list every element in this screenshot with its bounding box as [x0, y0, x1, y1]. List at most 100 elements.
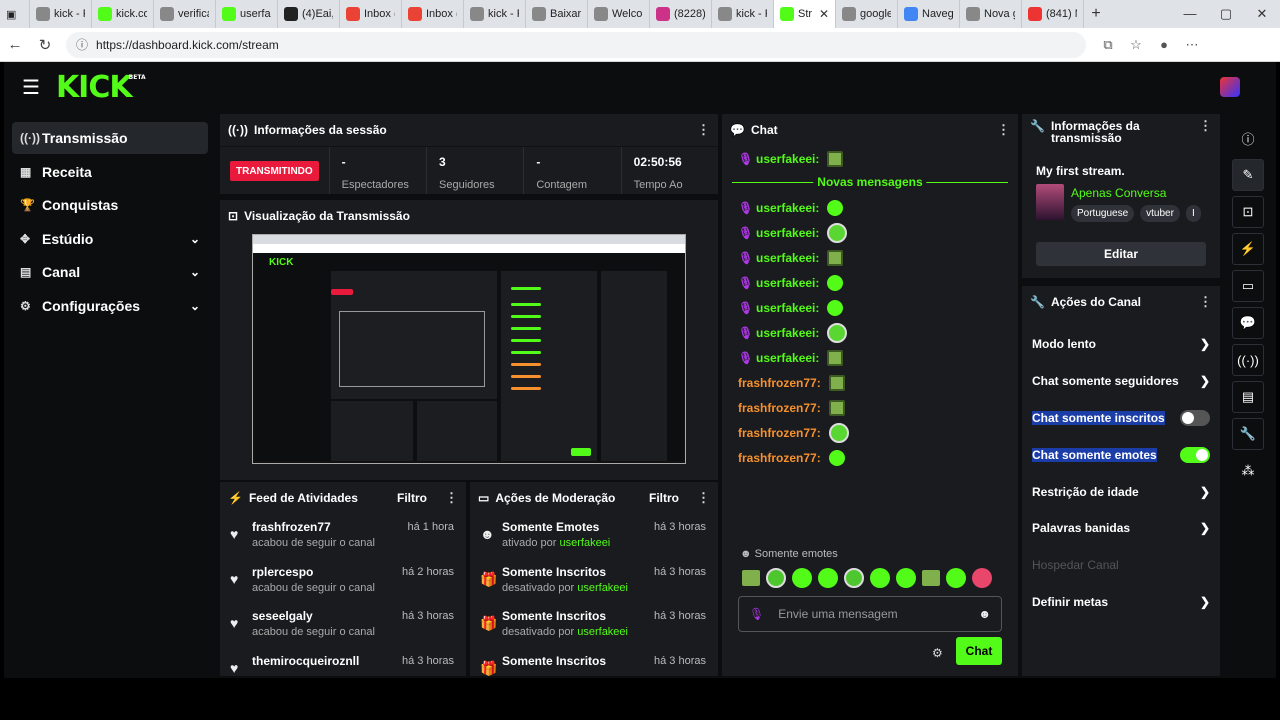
chat-message[interactable]: 🎙 userfakeei: [722, 220, 1018, 245]
chat-message[interactable]: frashfrozen77: [722, 395, 1018, 420]
stream-preview-video[interactable]: KICK [252, 234, 686, 464]
chat-username[interactable]: userfakeei: [756, 326, 819, 340]
channel-action[interactable]: Chat somente inscritos [1022, 400, 1220, 437]
emote-icon[interactable] [792, 568, 812, 588]
toggle-switch[interactable] [1180, 409, 1210, 426]
chat-message[interactable]: frashfrozen77: [722, 445, 1018, 470]
emote-icon[interactable] [922, 570, 940, 586]
chat-username[interactable]: userfakeei: [756, 226, 819, 240]
chevron-right-icon[interactable]: ❯ [1200, 521, 1210, 535]
channel-action[interactable]: Palavras banidas ❯ [1022, 510, 1220, 547]
info-icon[interactable]: ⓘ [1232, 122, 1264, 154]
stream-tag[interactable]: I [1185, 205, 1201, 222]
chat-message-input[interactable]: 🎙 Envie uma mensagem ☻ [738, 596, 1002, 632]
chevron-right-icon[interactable]: ❯ [1200, 485, 1210, 499]
browser-tab[interactable]: (4)Eai, v [278, 0, 340, 28]
browser-tab[interactable]: (841) N [1022, 0, 1084, 28]
more-icon[interactable]: ⋮ [1199, 294, 1212, 310]
channel-action[interactable]: Chat somente seguidores ❯ [1022, 363, 1220, 400]
more-icon[interactable]: ⋮ [445, 490, 458, 506]
chat-username[interactable]: frashfrozen77: [738, 401, 821, 415]
preview-icon[interactable]: ⊡ [1232, 196, 1264, 228]
emote-icon[interactable] [818, 568, 838, 588]
browser-tab[interactable]: verificat [154, 0, 216, 28]
activity-row[interactable]: ♥ seseelgaly acabou de seguir o canal há 3 … [220, 603, 466, 648]
chat-username[interactable]: userfakeei: [756, 152, 819, 166]
menu-icon[interactable]: ⋯ [1180, 37, 1204, 53]
channel-action[interactable]: Modo lento ❯ [1022, 326, 1220, 363]
chat-message[interactable]: frashfrozen77: [722, 420, 1018, 445]
close-icon[interactable]: ✕ [819, 7, 829, 21]
chat-send-button[interactable]: Chat [956, 637, 1002, 665]
more-icon[interactable]: ⋮ [1199, 119, 1212, 132]
stream-tag[interactable]: Portuguese [1071, 205, 1135, 222]
moderation-filter-button[interactable]: Filtro [649, 491, 679, 505]
browser-tab[interactable]: Inbox (3 [402, 0, 464, 28]
apps-icon[interactable]: ⁂ [1232, 455, 1264, 487]
chat-message[interactable]: 🎙 userfakeei: [722, 270, 1018, 295]
browser-tab[interactable]: google [836, 0, 898, 28]
chat-message[interactable]: 🎙 userfakeei: [722, 195, 1018, 220]
chat-message[interactable]: 🎙 userfakeei: [722, 320, 1018, 345]
tab-actions-icon[interactable]: ▣ [0, 0, 30, 28]
chat-message[interactable]: 🎙 userfakeei: [722, 245, 1018, 270]
chevron-right-icon[interactable]: ❯ [1200, 595, 1210, 609]
moderation-row[interactable]: 🎁 Somente Inscritos desativado por userfak… [470, 559, 718, 604]
browser-tab[interactable]: Baixar [526, 0, 588, 28]
chat-username[interactable]: frashfrozen77: [738, 376, 821, 390]
profile-icon[interactable]: ● [1152, 37, 1176, 53]
browser-tab[interactable]: Navega [898, 0, 960, 28]
hamburger-icon[interactable]: ☰ [22, 75, 40, 100]
activity-row[interactable]: ♥ themirocqueiroznll há 3 horas [220, 648, 466, 677]
browser-tab[interactable]: (8228) [650, 0, 712, 28]
browser-tab[interactable]: Nova g [960, 0, 1022, 28]
sidebar-item[interactable]: ✥ Estúdio ⌄ [12, 223, 208, 255]
close-window-icon[interactable]: ✕ [1244, 6, 1280, 22]
url-field[interactable]: ⓘ https://dashboard.kick.com/stream [66, 31, 1086, 58]
channel-action[interactable]: Chat somente emotes [1022, 436, 1220, 473]
emote-icon[interactable] [896, 568, 916, 588]
activity-row[interactable]: ♥ frashfrozen77 acabou de seguir o canal há… [220, 514, 466, 559]
toggle-switch[interactable] [1180, 446, 1210, 463]
chat-message[interactable]: 🎙 userfakeei: [722, 295, 1018, 320]
wrench-icon[interactable]: 🔧 [1232, 418, 1264, 450]
sidebar-item[interactable]: ((·)) Transmissão [12, 122, 208, 154]
chat-username[interactable]: frashfrozen77: [738, 451, 821, 465]
moderation-row[interactable]: 🎁 Somente Inscritos há 3 horas [470, 648, 718, 677]
new-tab-button[interactable]: + [1084, 5, 1108, 23]
emote-icon[interactable] [972, 568, 992, 588]
avatar[interactable] [1220, 77, 1240, 97]
emoji-picker-icon[interactable]: ☻ [978, 607, 991, 621]
minimize-icon[interactable]: — [1172, 6, 1208, 22]
chevron-down-icon[interactable]: ⌄ [190, 265, 200, 279]
moderation-user[interactable]: userfakeei [560, 537, 611, 549]
document-icon[interactable]: ▭ [1232, 270, 1264, 302]
moderation-user[interactable]: userfakeei [577, 582, 628, 594]
activity-filter-button[interactable]: Filtro [397, 491, 427, 505]
stream-tag[interactable]: vtuber [1140, 205, 1180, 222]
chat-username[interactable]: userfakeei: [756, 251, 819, 265]
chat-username[interactable]: userfakeei: [756, 351, 819, 365]
chat-message[interactable]: 🎙 userfakeei: [722, 345, 1018, 370]
sidebar-item[interactable]: 🏆 Conquistas [12, 189, 208, 221]
channel-action[interactable]: Restrição de idade ❯ [1022, 473, 1220, 510]
chat-username[interactable]: frashfrozen77: [738, 426, 821, 440]
sidebar-item[interactable]: ⚙ Configurações ⌄ [12, 290, 208, 322]
layout-icon[interactable]: ▤ [1232, 381, 1264, 413]
browser-tab[interactable]: kick - P [464, 0, 526, 28]
chat-username[interactable]: userfakeei: [756, 276, 819, 290]
chevron-down-icon[interactable]: ⌄ [190, 299, 200, 313]
category-link[interactable]: Apenas Conversa [1071, 186, 1166, 200]
more-icon[interactable]: ⋮ [997, 122, 1010, 138]
extensions-icon[interactable]: ⧉ [1096, 37, 1120, 53]
chevron-down-icon[interactable]: ⌄ [190, 232, 200, 246]
chevron-right-icon[interactable]: ❯ [1200, 374, 1210, 388]
reload-icon[interactable]: ↻ [30, 36, 60, 54]
browser-tab[interactable]: userfake [216, 0, 278, 28]
browser-tab[interactable]: kick.com [92, 0, 154, 28]
emote-icon[interactable] [946, 568, 966, 588]
emote-icon[interactable] [766, 568, 786, 588]
moderation-row[interactable]: ☻ Somente Emotes ativado por userfakeei há … [470, 514, 718, 559]
emote-icon[interactable] [870, 568, 890, 588]
broadcast-icon[interactable]: ((·)) [1232, 344, 1264, 376]
